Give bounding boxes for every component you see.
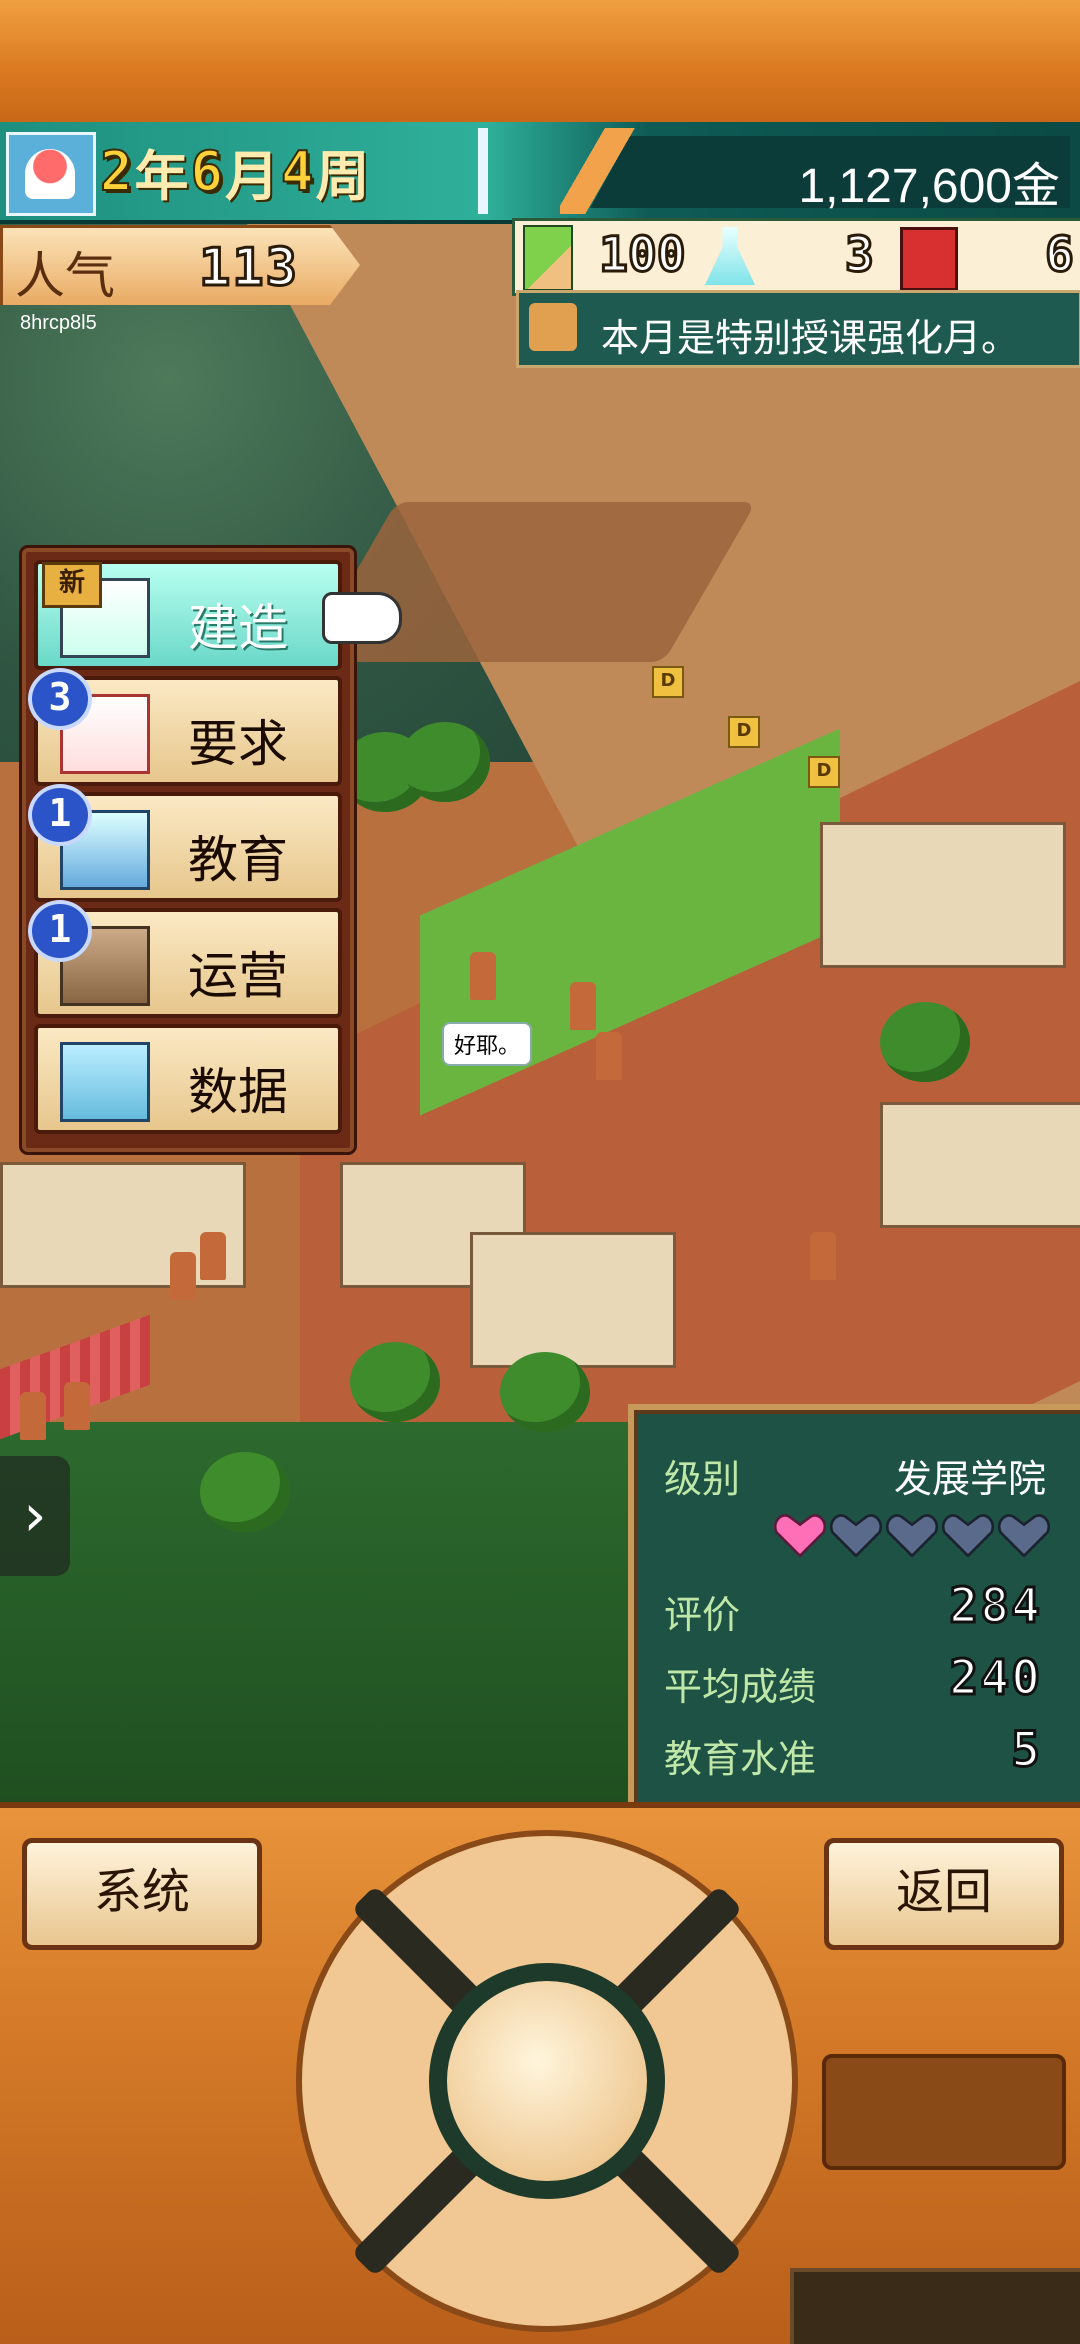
system-button[interactable]: 系统 [22, 1838, 262, 1950]
notice-banner: 本月是特别授课强化月。 [516, 290, 1080, 368]
date-week-unit: 周 [315, 144, 370, 208]
megaphone-icon [529, 303, 577, 351]
popularity-bar: 人气 113 [0, 225, 360, 305]
tree [400, 722, 490, 802]
tree [500, 1352, 590, 1432]
research-points: 100 [598, 226, 688, 285]
corner-panel [790, 2268, 1080, 2344]
resource-bar: 100 3 6 [512, 218, 1080, 296]
menu-label: 数据 [188, 1063, 288, 1121]
grade-d-sign: D [808, 756, 840, 788]
school-status-panel[interactable]: 级别 发展学院 评价 284 平均成绩 240 教育水准 5 [628, 1404, 1080, 1816]
menu-education-button[interactable]: 1 教育 [28, 784, 342, 902]
menu-label: 要求 [188, 715, 288, 773]
date-week: 4 [280, 139, 314, 204]
student-character[interactable] [20, 1392, 46, 1440]
count-badge: 1 [28, 784, 92, 846]
tree [350, 1342, 440, 1422]
menu-build-button[interactable]: 新 建造 [34, 560, 342, 670]
game-screen: D D D 好耶。 2 年 6 月 4 周 1,127,600金 人气 113 … [0, 0, 1080, 2344]
action-button[interactable] [822, 2054, 1066, 2170]
menu-request-button[interactable]: 3 要求 [28, 668, 342, 786]
grade-d-sign: D [652, 666, 684, 698]
expand-arrow-button[interactable]: › [0, 1456, 70, 1576]
menu-management-button[interactable]: 1 运营 [28, 900, 342, 1018]
popularity-value: 113 [198, 237, 299, 300]
date-bar: 2 年 6 月 4 周 1,127,600金 [0, 122, 1080, 224]
bag-count: 6 [1044, 226, 1076, 285]
avg-grade-value: 240 [948, 1649, 1042, 1708]
heart-icon [998, 1514, 1050, 1558]
heart-icon [830, 1514, 882, 1558]
back-button[interactable]: 返回 [824, 1838, 1064, 1950]
rank-value: 发展学院 [893, 1457, 1046, 1501]
speech-bubble: 好耶。 [442, 1022, 533, 1066]
student-character[interactable] [810, 1232, 836, 1280]
student-character[interactable] [170, 1252, 196, 1300]
tree [880, 1002, 970, 1082]
bag-icon [900, 227, 958, 291]
dpad-center-button[interactable] [429, 1963, 665, 2199]
menu-data-button[interactable]: 数据 [34, 1024, 342, 1134]
student-character[interactable] [470, 952, 496, 1000]
popularity-label: 人气 [15, 247, 115, 305]
menu-label: 建造 [188, 599, 288, 657]
student-character[interactable] [200, 1232, 226, 1280]
decor-stripe [560, 128, 660, 214]
pointer-hand-icon [322, 592, 402, 644]
notice-text: 本月是特别授课强化月。 [601, 316, 1020, 360]
rating-label: 评价 [664, 1593, 741, 1637]
dpad-control[interactable] [296, 1830, 798, 2332]
count-badge: 1 [28, 900, 92, 962]
pencil-icon [523, 225, 573, 291]
shaved-ice-icon [6, 132, 96, 216]
flask-count: 3 [844, 226, 876, 285]
control-panel: 系统 返回 [0, 1802, 1080, 2344]
heart-icon [774, 1514, 826, 1558]
edu-level-label: 教育水准 [664, 1737, 817, 1781]
main-menu: 新 建造 3 要求 1 教育 1 运营 数据 [22, 548, 354, 1152]
grade-d-sign: D [728, 716, 760, 748]
gym-building[interactable] [820, 822, 1066, 968]
new-badge: 新 [42, 562, 102, 608]
date-year: 2 [99, 139, 133, 204]
avg-grade-label: 平均成绩 [664, 1665, 817, 1709]
classroom-2-1[interactable] [470, 1232, 676, 1368]
student-character[interactable] [64, 1382, 90, 1430]
tree [200, 1452, 290, 1532]
heart-icon [886, 1514, 938, 1558]
rank-label: 级别 [664, 1457, 741, 1501]
money-amount: 1,127,600金 [798, 160, 1060, 213]
rank-hearts [774, 1510, 1050, 1560]
flask-icon [705, 227, 755, 285]
student-character[interactable] [596, 1032, 622, 1080]
date-month: 6 [190, 139, 224, 204]
rating-value: 284 [948, 1577, 1042, 1636]
date-year-unit: 年 [134, 144, 189, 208]
user-tag: 8hrcp8l5 [20, 312, 97, 334]
menu-label: 运营 [188, 947, 288, 1005]
laptop-icon [60, 1042, 150, 1122]
staff-room[interactable] [880, 1102, 1080, 1228]
heart-icon [942, 1514, 994, 1558]
divider [478, 128, 488, 214]
date-month-unit: 月 [225, 144, 280, 208]
count-badge: 3 [28, 668, 92, 730]
student-character[interactable] [570, 982, 596, 1030]
date-display: 2 年 6 月 4 周 [99, 132, 370, 210]
edu-level-value: 5 [1010, 1721, 1042, 1780]
menu-label: 教育 [188, 831, 288, 889]
top-wood-bar [0, 0, 1080, 126]
